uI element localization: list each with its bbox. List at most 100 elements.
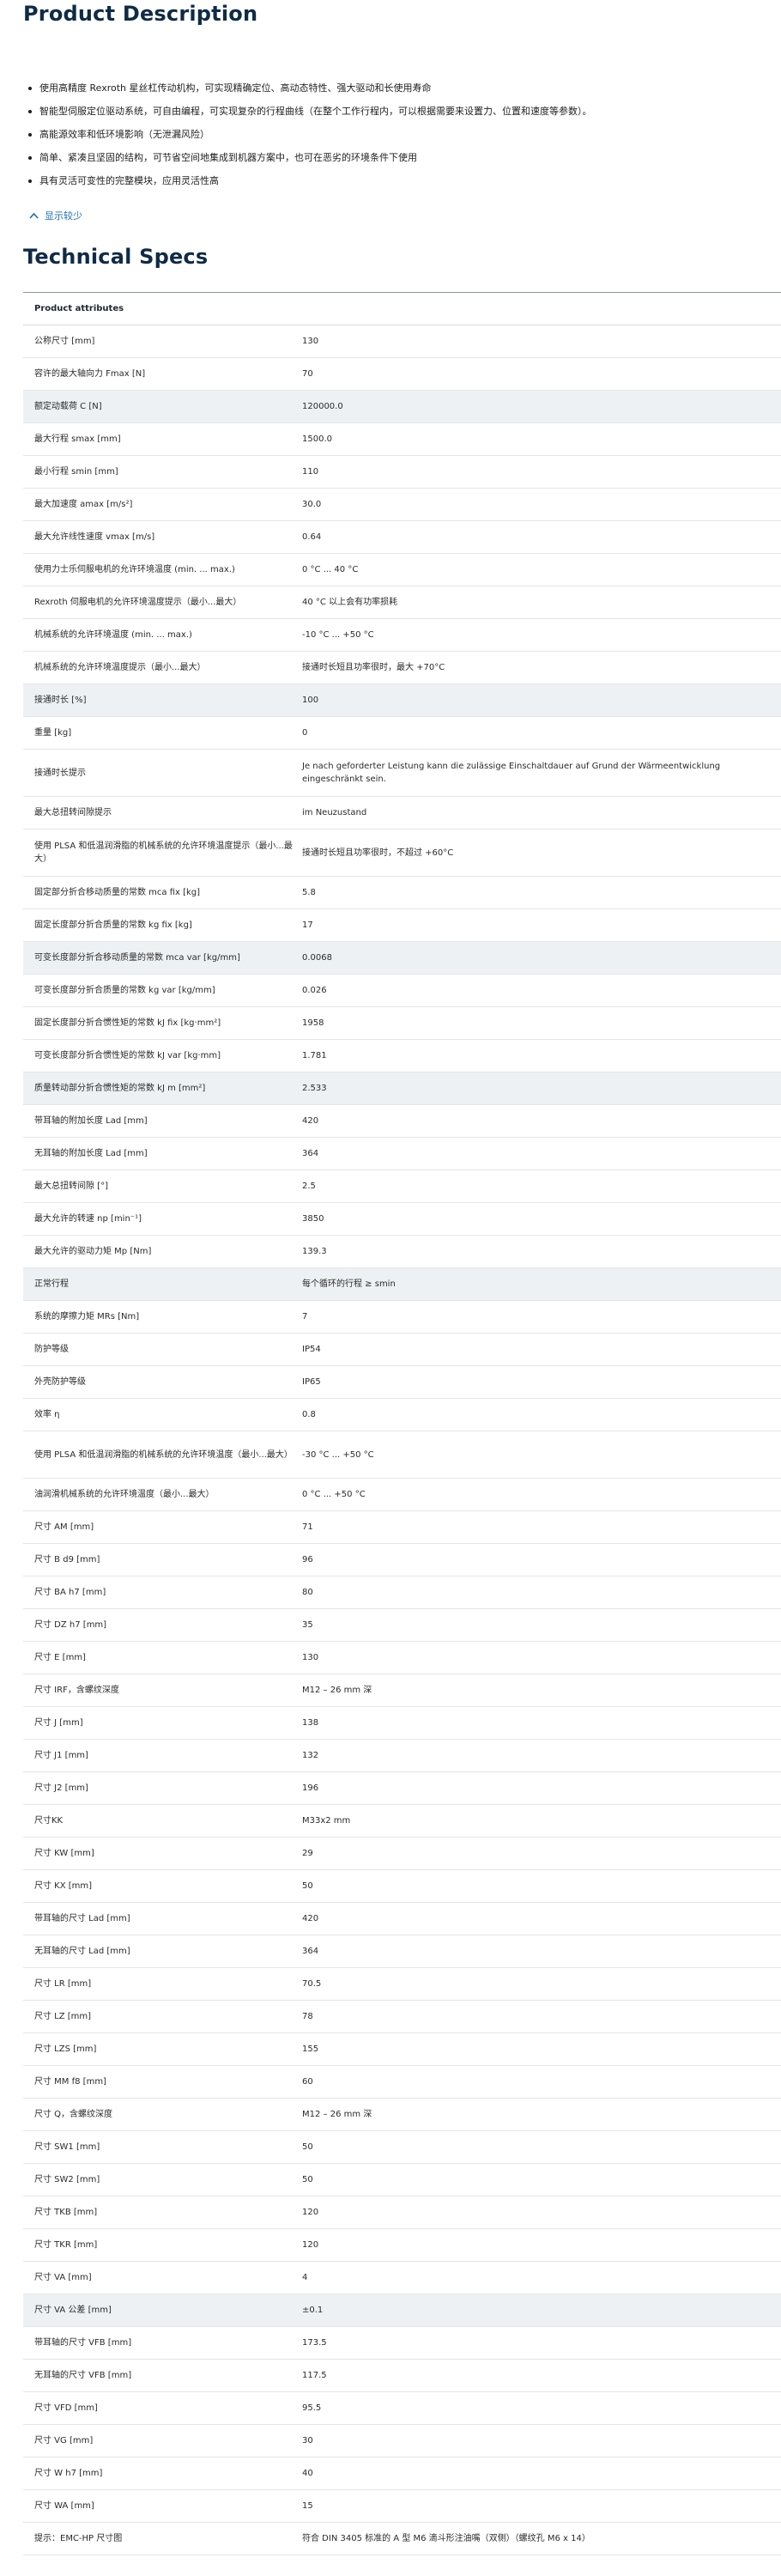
attribute-label: 尺寸 VFD [mm]: [34, 2403, 98, 2413]
table-row: 最大加速度 amax [m/s²] 30.0: [23, 489, 781, 521]
attribute-label: 尺寸 TKR [mm]: [34, 2240, 98, 2250]
table-row: 尺寸 VFD [mm] 95.5: [23, 2392, 781, 2425]
attribute-label: 机械系统的允许环境温度 (min. ... max.): [34, 630, 192, 640]
attribute-label: 使用 PLSA 和低温润滑脂的机械系统的允许环境温度提示（最小...最大）: [34, 841, 293, 864]
attribute-value: 60: [302, 2077, 313, 2087]
attribute-value: 95.5: [302, 2403, 322, 2413]
attribute-label: 尺寸 E [mm]: [34, 1653, 86, 1662]
attribute-value: 120000.0: [302, 402, 343, 411]
attribute-value: 420: [302, 1116, 319, 1126]
table-row: 带耳轴的尺寸 VFB [mm] 173.5: [23, 2327, 781, 2360]
attribute-label: 带耳轴的附加长度 Lad [mm]: [34, 1116, 148, 1126]
attribute-label: 使用力士乐伺服电机的允许环境温度 (min. ... max.): [34, 565, 235, 574]
feature-item: 具有灵活可变性的完整模块，应用灵活性高: [28, 169, 769, 192]
attribute-value: 50: [302, 2175, 313, 2184]
attribute-label: 无耳轴的附加长度 Lad [mm]: [34, 1149, 148, 1158]
attribute-label: 机械系统的允许环境温度提示（最小...最大）: [34, 663, 206, 672]
attribute-value: 接通时长短且功率很时，不超过 +60°C: [302, 848, 454, 858]
attribute-value: 0 °C ... 40 °C: [302, 565, 359, 574]
attribute-label: 尺寸KK: [34, 1816, 64, 1826]
attribute-value: 80: [302, 1588, 313, 1597]
attribute-value: 0.026: [302, 986, 327, 995]
table-row: 提示：EMC-HP 尺寸图 符合 DIN 3405 标准的 A 型 M6 滴斗形注…: [23, 2523, 781, 2555]
table-row: 最大允许的驱动力矩 Mp [Nm] 139.3: [23, 1236, 781, 1268]
attribute-label: 最大总扭转间隙 [°]: [34, 1182, 108, 1191]
attribute-value: 0 °C ... +50 °C: [302, 1490, 366, 1499]
attribute-label: 尺寸 VA 公差 [mm]: [34, 2306, 112, 2315]
attribute-label: 尺寸 KX [mm]: [34, 1881, 93, 1891]
technical-specs-title: Technical Specs: [23, 245, 209, 269]
attribute-label: 尺寸 IRF，含螺纹深度: [34, 1686, 119, 1695]
attribute-value: 130: [302, 1653, 319, 1662]
table-row: 使用 PLSA 和低温润滑脂的机械系统的允许环境温度提示（最小...最大） 接通时…: [23, 829, 781, 877]
attribute-value: 70: [302, 369, 313, 379]
table-row: 最大允许的转速 np [min⁻¹] 3850: [23, 1203, 781, 1236]
attribute-value: 2.5: [302, 1182, 316, 1191]
table-row: 带耳轴的附加长度 Lad [mm] 420: [23, 1105, 781, 1138]
attribute-value: 30: [302, 2436, 313, 2445]
attribute-label: 尺寸 VG [mm]: [34, 2436, 94, 2445]
attribute-label: 正常行程: [34, 1279, 69, 1289]
attribute-value: 5.8: [302, 888, 316, 897]
attribute-label: 尺寸 AM [mm]: [34, 1522, 94, 1532]
attribute-label: 外壳防护等级: [34, 1377, 86, 1387]
attribute-value: 29: [302, 1849, 313, 1858]
attribute-label: 效率 η: [34, 1410, 60, 1419]
attribute-value: 173.5: [302, 2338, 327, 2348]
table-row: 外壳防护等级 IP65: [23, 1366, 781, 1399]
attribute-value: 130: [302, 337, 319, 346]
attribute-label: 尺寸 J2 [mm]: [34, 1783, 88, 1793]
show-less-toggle[interactable]: 显示较少: [29, 209, 82, 222]
attribute-label: 尺寸 J1 [mm]: [34, 1751, 88, 1760]
attribute-value: 364: [302, 1149, 319, 1158]
feature-item: 简单、紧凑且坚固的结构，可节省空间地集成到机器方案中，也可在恶劣的环境条件下使用: [28, 146, 769, 169]
table-row: 质量转动部分折合惯性矩的常数 kJ m [mm²] 2.533: [23, 1072, 781, 1105]
attribute-value: 50: [302, 2142, 313, 2152]
table-row: 固定长度部分折合惯性矩的常数 kJ fix [kg·mm²] 1958: [23, 1007, 781, 1040]
attribute-value: 0.8: [302, 1410, 316, 1419]
table-row: 带耳轴的尺寸 Lad [mm] 420: [23, 1903, 781, 1935]
attribute-value: 120: [302, 2208, 319, 2217]
attribute-label: 公称尺寸 [mm]: [34, 337, 95, 346]
attribute-label: 尺寸 LZS [mm]: [34, 2044, 97, 2054]
table-row: 尺寸 MM f8 [mm] 60: [23, 2066, 781, 2099]
table-row: 容许的最大轴向力 Fmax [N] 70: [23, 358, 781, 391]
attribute-label: 最大加速度 amax [m/s²]: [34, 500, 133, 509]
table-row: 尺寸 W h7 [mm] 40: [23, 2458, 781, 2490]
table-row: 可变长度部分折合移动质量的常数 mca var [kg/mm] 0.0068: [23, 942, 781, 975]
attribute-value: 4: [302, 2273, 308, 2282]
attribute-label: 容许的最大轴向力 Fmax [N]: [34, 369, 146, 379]
attribute-value: M12 – 26 mm 深: [302, 2110, 372, 2119]
table-row: 最大总扭转间隙提示 im Neuzustand: [23, 797, 781, 829]
table-row: 最大允许线性速度 vmax [m/s] 0.64: [23, 521, 781, 554]
table-row: Rexroth 伺服电机的允许环境温度提示（最小...最大） 40 °C 以上会有…: [23, 586, 781, 619]
attribute-label: 最大行程 smax [mm]: [34, 434, 121, 444]
attribute-label: 无耳轴的尺寸 VFB [mm]: [34, 2371, 132, 2380]
attribute-value: 138: [302, 1718, 319, 1728]
table-row: 额定动载荷 C [N] 120000.0: [23, 391, 781, 423]
attribute-label: 质量转动部分折合惯性矩的常数 kJ m [mm²]: [34, 1084, 206, 1093]
table-row: 尺寸 VG [mm] 30: [23, 2425, 781, 2458]
attribute-label: 可变长度部分折合移动质量的常数 mca var [kg/mm]: [34, 953, 240, 963]
attribute-label: 尺寸 SW1 [mm]: [34, 2142, 100, 2152]
attribute-label: 使用 PLSA 和低温润滑脂的机械系统的允许环境温度（最小...最大）: [34, 1449, 293, 1460]
attribute-value: 接通时长短且功率很时，最大 +70°C: [302, 663, 445, 672]
attribute-label: 固定部分折合移动质量的常数 mca fix [kg]: [34, 888, 201, 897]
table-row: 使用 PLSA 和低温润滑脂的机械系统的允许环境温度（最小...最大） -30 °…: [23, 1431, 781, 1479]
table-row: 尺寸 B d9 [mm] 96: [23, 1544, 781, 1577]
attribute-value: 96: [302, 1555, 313, 1564]
table-row: 尺寸 VA 公差 [mm] ±0.1: [23, 2294, 781, 2327]
table-row: 可变长度部分折合惯性矩的常数 kJ var [kg·mm] 1.781: [23, 1040, 781, 1072]
table-row: 防护等级 IP54: [23, 1334, 781, 1366]
attribute-label: 额定动载荷 C [N]: [34, 402, 102, 411]
table-row: 可变长度部分折合质量的常数 kg var [kg/mm] 0.026: [23, 975, 781, 1007]
attribute-label: 尺寸 LR [mm]: [34, 1979, 92, 1989]
table-row: 最大总扭转间隙 [°] 2.5: [23, 1170, 781, 1203]
table-row: 无耳轴的尺寸 Lad [mm] 364: [23, 1935, 781, 1968]
attribute-label: 最大总扭转间隙提示: [34, 808, 112, 817]
attribute-label: 最大允许的转速 np [min⁻¹]: [34, 1214, 142, 1224]
attribute-value: 196: [302, 1783, 319, 1793]
table-row: 尺寸 VA [mm] 4: [23, 2262, 781, 2294]
feature-item: 智能型伺服定位驱动系统，可自由编程，可实现复杂的行程曲线（在整个工作行程内，可以…: [28, 100, 769, 123]
table-row: 尺寸 KX [mm] 50: [23, 1870, 781, 1903]
